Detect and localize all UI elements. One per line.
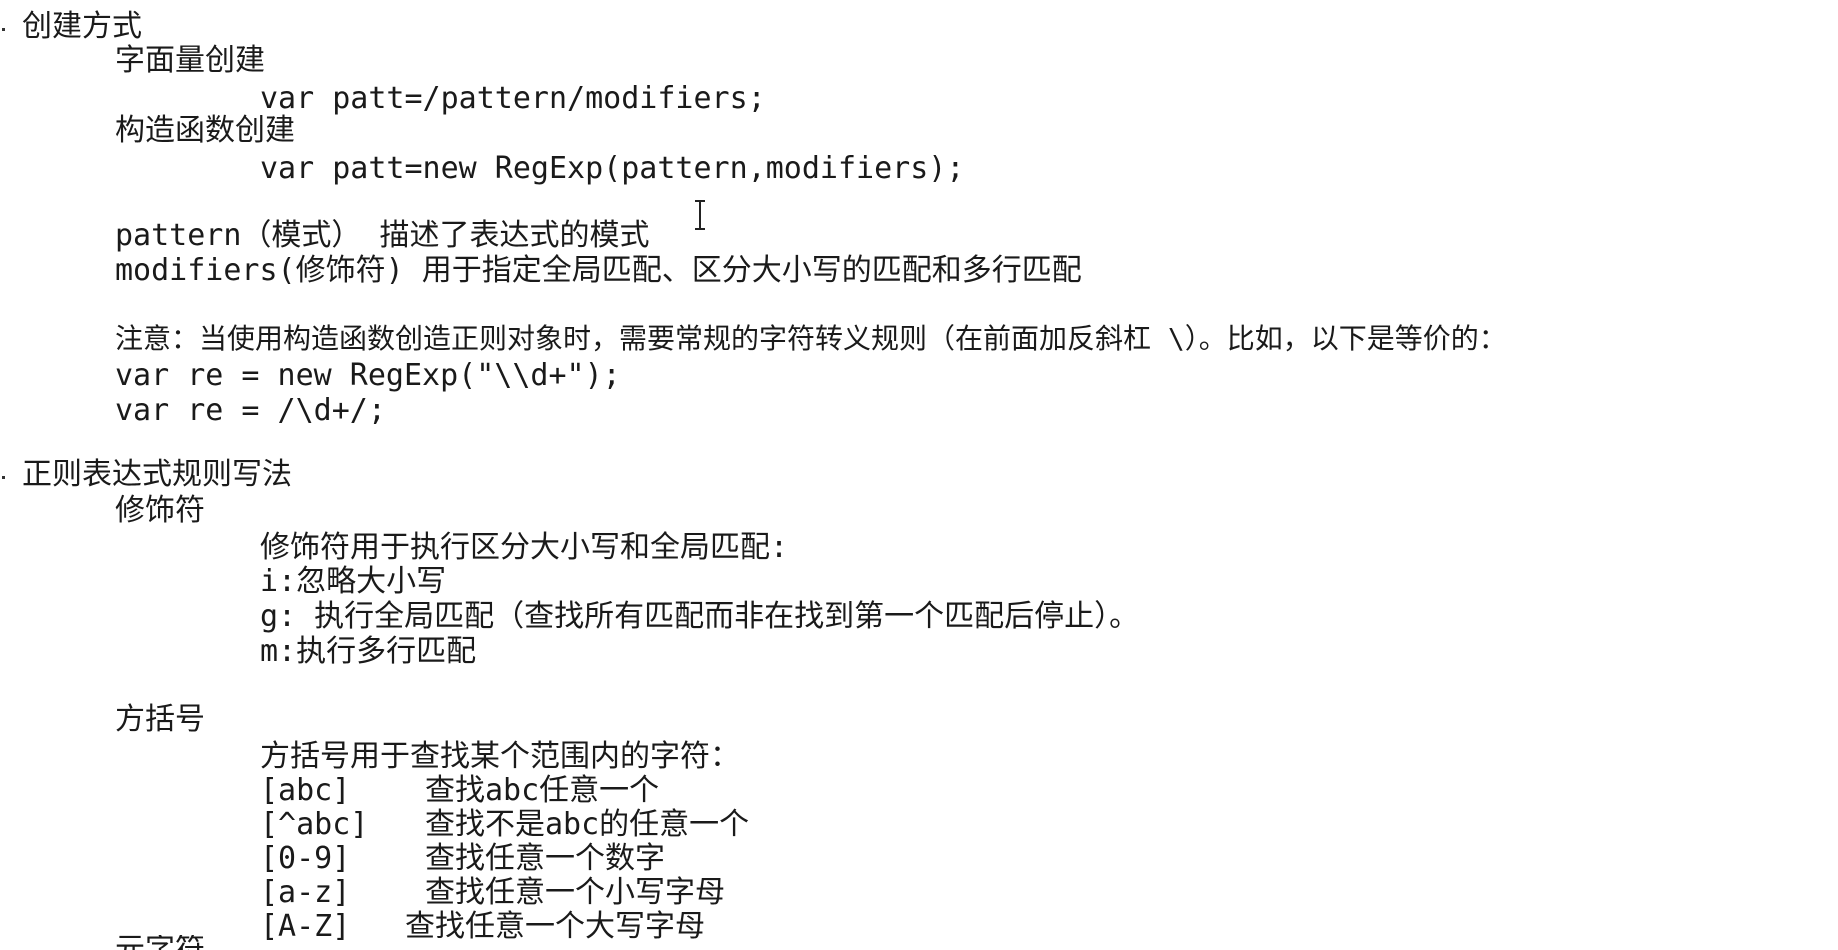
bracket-expr: [abc] — [260, 773, 351, 808]
modifier-item: g: 执行全局匹配（查找所有匹配而非在找到第一个匹配后停止）。 — [260, 599, 1140, 634]
bullet-icon — [2, 28, 5, 31]
bracket-expr: [A-Z] — [260, 909, 351, 944]
bracket-desc: 查找abc任意一个 — [425, 773, 660, 808]
bracket-expr: [a-z] — [260, 875, 351, 910]
bracket-desc: 查找任意一个大写字母 — [405, 909, 705, 944]
ctor-code: var patt=new RegExp(pattern,modifiers); — [260, 151, 965, 186]
modifiers-desc: modifiers(修饰符) 用于指定全局匹配、区分大小写的匹配和多行匹配 — [115, 253, 1082, 288]
pattern-desc: pattern（模式） 描述了表达式的模式 — [115, 218, 650, 253]
bracket-desc: 查找任意一个小写字母 — [425, 875, 725, 910]
modifiers-label: 修饰符 — [115, 493, 205, 528]
modifiers-intro: 修饰符用于执行区分大小写和全局匹配: — [260, 530, 789, 565]
literal-label: 字面量创建 — [115, 43, 265, 78]
bullet-icon — [2, 476, 5, 479]
next-label-partial: 元字符 — [115, 935, 205, 950]
literal-code: var patt=/pattern/modifiers; — [260, 81, 766, 116]
modifier-item: m:执行多行匹配 — [260, 634, 477, 669]
text-cursor-icon — [695, 200, 705, 230]
example-regexp-literal: var re = /\d+/; — [115, 393, 386, 428]
bracket-expr: [^abc] — [260, 807, 369, 842]
section2-heading: 正则表达式规则写法 — [22, 457, 292, 492]
ctor-label: 构造函数创建 — [115, 113, 295, 148]
example-regexp-ctor: var re = new RegExp("\\d+"); — [115, 358, 621, 393]
bracket-expr: [0-9] — [260, 841, 351, 876]
bracket-desc: 查找任意一个数字 — [425, 841, 665, 876]
section1-heading: 创建方式 — [22, 9, 142, 44]
bracket-desc: 查找不是abc的任意一个 — [425, 807, 750, 842]
brackets-label: 方括号 — [115, 702, 205, 737]
modifier-item: i:忽略大小写 — [260, 564, 447, 599]
escape-note: 注意：当使用构造函数创造正则对象时，需要常规的字符转义规则（在前面加反斜杠 \）… — [115, 322, 1507, 355]
brackets-intro: 方括号用于查找某个范围内的字符： — [260, 739, 740, 774]
next-label-text: 元字符 — [115, 935, 205, 950]
